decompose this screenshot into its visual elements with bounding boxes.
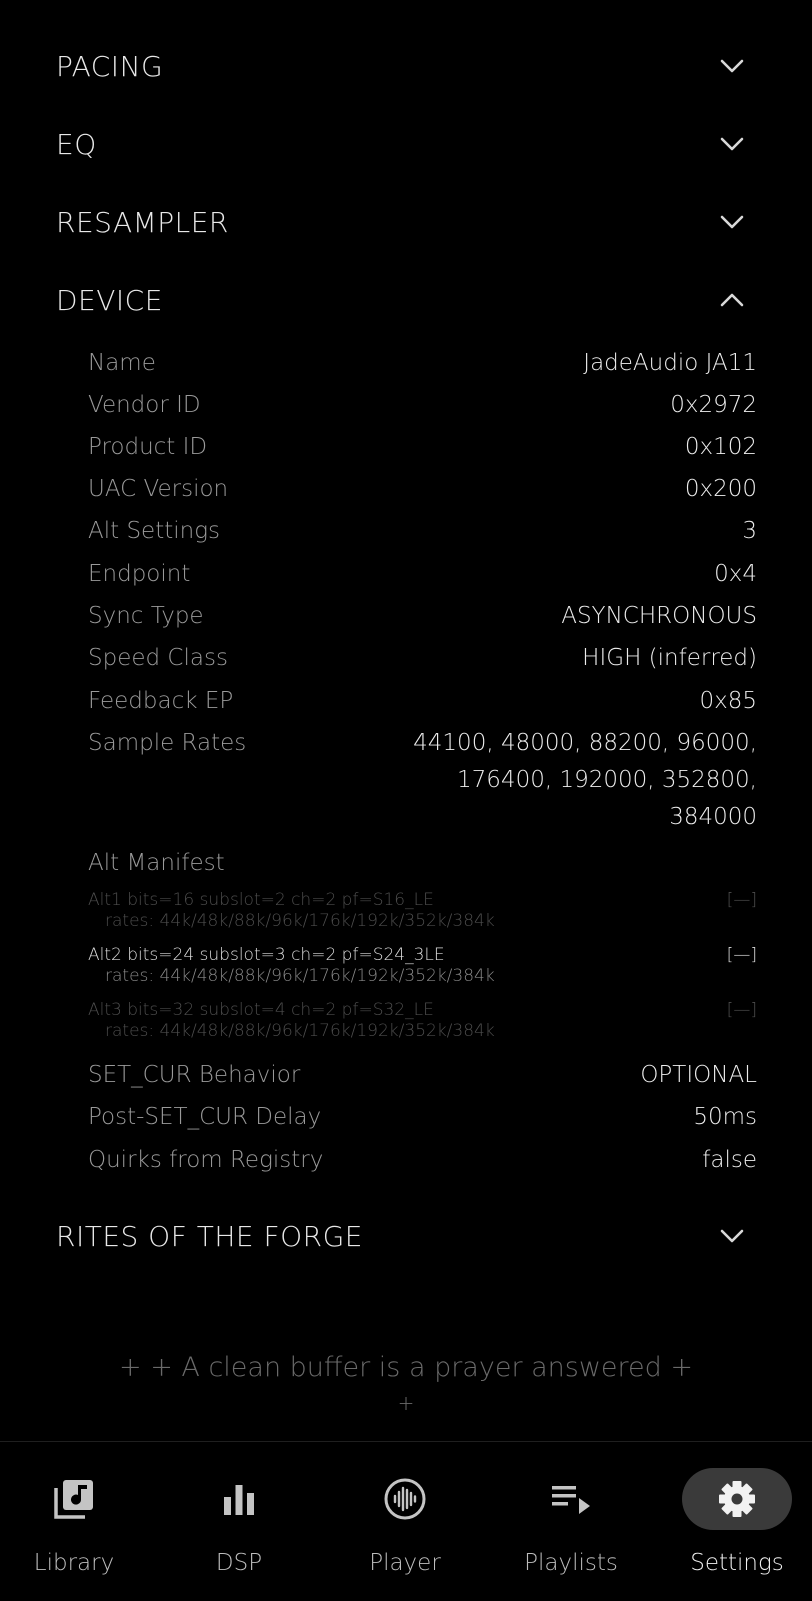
bar-chart-icon (184, 1468, 294, 1530)
device-field-feedback-ep: Feedback EP 0x85 (88, 688, 757, 714)
alt-marker: [—] (726, 890, 757, 910)
device-field-name: Name JadeAudio JA11 (88, 350, 757, 376)
device-field-sync-type: Sync Type ASYNCHRONOUS (88, 603, 757, 629)
playlist-icon (516, 1468, 626, 1530)
device-field-set-cur-behavior: SET_CUR Behavior OPTIONAL (88, 1062, 757, 1088)
library-icon (19, 1468, 129, 1530)
device-field-quirks: Quirks from Registry false (88, 1147, 757, 1173)
nav-dsp[interactable]: DSP (159, 1442, 319, 1601)
device-field-product-id: Product ID 0x102 (88, 434, 757, 460)
chevron-down-icon (718, 52, 746, 80)
bottom-navigation: Library DSP Player Playlists Settings (0, 1442, 812, 1601)
section-eq[interactable]: EQ (56, 116, 746, 172)
chevron-down-icon (718, 1222, 746, 1250)
device-field-sample-rates: Sample Rates 44100, 48000, 88200, 96000,… (88, 730, 757, 830)
section-title: EQ (56, 127, 97, 161)
nav-player[interactable]: Player (325, 1442, 485, 1601)
alt-manifest-entry: Alt1 bits=16 subslot=2 ch=2 pf=S16_LE [—… (88, 890, 757, 931)
device-field-uac-version: UAC Version 0x200 (88, 476, 757, 502)
section-title: RITES OF THE FORGE (56, 1219, 363, 1253)
nav-library[interactable]: Library (0, 1442, 154, 1601)
device-field-vendor-id: Vendor ID 0x2972 (88, 392, 757, 418)
chevron-down-icon (718, 208, 746, 236)
device-field-post-set-cur-delay: Post-SET_CUR Delay 50ms (88, 1104, 757, 1130)
motto: + + A clean buffer is a prayer answered … (118, 1352, 694, 1415)
section-title: PACING (56, 49, 164, 83)
section-resampler[interactable]: RESAMPLER (56, 194, 746, 250)
waveform-icon (350, 1468, 460, 1530)
section-title: RESAMPLER (56, 205, 229, 239)
section-pacing[interactable]: PACING (56, 38, 746, 94)
alt-manifest-heading: Alt Manifest (88, 850, 225, 876)
device-field-endpoint: Endpoint 0x4 (88, 561, 757, 587)
alt-manifest-entry-active: Alt2 bits=24 subslot=3 ch=2 pf=S24_3LE [… (88, 945, 757, 986)
nav-settings[interactable]: Settings (657, 1442, 812, 1601)
device-field-alt-settings: Alt Settings 3 (88, 518, 757, 544)
alt-marker: [—] (726, 1000, 757, 1020)
gear-icon (682, 1468, 792, 1530)
section-title: DEVICE (56, 283, 163, 317)
nav-playlists[interactable]: Playlists (491, 1442, 651, 1601)
alt-manifest-entry: Alt3 bits=32 subslot=4 ch=2 pf=S32_LE [—… (88, 1000, 757, 1041)
alt-marker: [—] (726, 945, 757, 965)
section-rites-of-the-forge[interactable]: RITES OF THE FORGE (56, 1208, 746, 1264)
chevron-down-icon (718, 130, 746, 158)
device-field-speed-class: Speed Class HIGH (inferred) (88, 645, 757, 671)
chevron-up-icon (718, 286, 746, 314)
section-device[interactable]: DEVICE (56, 272, 746, 328)
